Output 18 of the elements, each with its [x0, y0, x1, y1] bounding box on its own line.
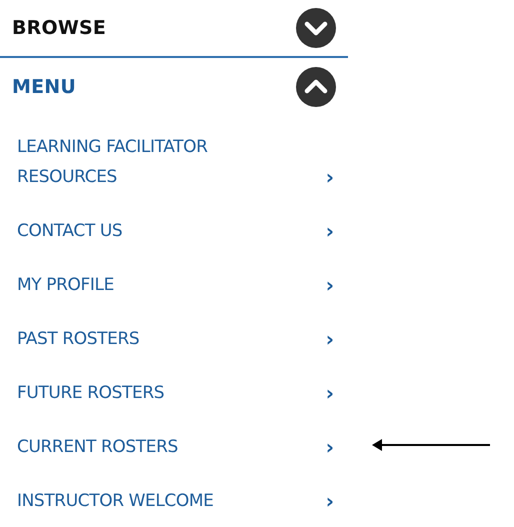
- menu-link[interactable]: CONTACT US: [17, 216, 122, 246]
- chevron: ›: [326, 272, 334, 299]
- menu-link[interactable]: LEARNING FACILITATOR RESOURCES: [17, 132, 277, 192]
- menu-link[interactable]: MY PROFILE: [17, 270, 114, 300]
- chevron: ›: [326, 326, 334, 353]
- chevron: ›: [326, 488, 334, 515]
- menu-link[interactable]: FUTURE ROSTERS: [17, 378, 164, 408]
- chevron: ›: [326, 380, 334, 407]
- chevron: ›: [326, 218, 334, 245]
- collapse-icon[interactable]: [296, 67, 336, 107]
- section-title[interactable]: BROWSE: [12, 17, 106, 39]
- menu-link[interactable]: CURRENT ROSTERS: [17, 432, 178, 462]
- menu-link[interactable]: INSTRUCTOR WELCOME: [17, 486, 214, 516]
- chevron: ›: [326, 434, 334, 461]
- section-title[interactable]: MENU: [12, 76, 76, 98]
- expand-icon[interactable]: [296, 8, 336, 48]
- menu-link[interactable]: PAST ROSTERS: [17, 324, 140, 354]
- chevron: ›: [326, 164, 334, 191]
